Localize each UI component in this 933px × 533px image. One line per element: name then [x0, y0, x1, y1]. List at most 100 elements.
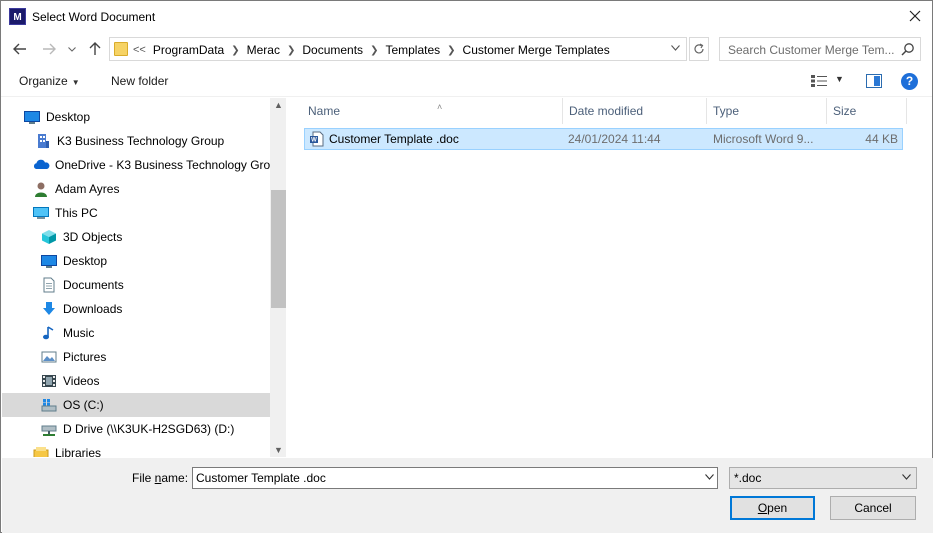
chevron-right-icon[interactable]: ❯: [370, 45, 378, 56]
column-header-type[interactable]: Type: [706, 98, 827, 124]
svg-text:W: W: [311, 138, 317, 144]
file-size-cell: 44 KB: [865, 132, 898, 146]
file-type-cell: Microsoft Word 9...: [713, 132, 814, 146]
column-header-date-modified[interactable]: Date modified: [562, 98, 707, 124]
search-input[interactable]: Search Customer Merge Tem...: [719, 37, 921, 61]
nav-item-desktop[interactable]: Desktop: [41, 249, 286, 273]
scroll-down-arrow-icon[interactable]: ▼: [270, 445, 286, 455]
organize-menu-button[interactable]: Organize ▼: [19, 74, 80, 88]
file-date-cell: 24/01/2024 11:44: [568, 132, 661, 146]
nav-item-this-pc[interactable]: This PC: [33, 201, 286, 225]
nav-item-label: Adam Ayres: [55, 182, 120, 196]
column-header-label: Name: [308, 104, 341, 118]
file-name-field[interactable]: Customer Template .doc: [192, 467, 718, 489]
breadcrumb-item-customer-merge-templates[interactable]: Customer Merge Templates: [463, 43, 610, 57]
file-row[interactable]: W Customer Template .doc 24/01/2024 11:4…: [304, 128, 903, 150]
title-bar: M Select Word Document: [1, 1, 932, 32]
view-dropdown-button[interactable]: ▼: [835, 74, 844, 84]
nav-item-documents[interactable]: Documents: [41, 273, 286, 297]
window-title: Select Word Document: [32, 10, 156, 24]
open-button[interactable]: Open: [730, 496, 815, 520]
open-label-accesskey: O: [757, 501, 768, 515]
close-button[interactable]: [902, 4, 928, 28]
breadcrumb: << ProgramData ❯ Merac ❯ Documents ❯ Tem…: [133, 42, 610, 58]
picture-icon: [41, 349, 57, 365]
nav-item-libraries[interactable]: Libraries: [33, 441, 286, 457]
back-button[interactable]: [10, 38, 30, 60]
refresh-button[interactable]: [689, 37, 709, 61]
nav-item-onedrive[interactable]: OneDrive - K3 Business Technology Grou: [33, 153, 286, 177]
footer-panel: File name: Customer Template .doc *.doc …: [2, 458, 933, 533]
nav-item-k3-business-technology-group[interactable]: K3 Business Technology Group: [35, 129, 286, 153]
breadcrumb-item-documents[interactable]: Documents: [302, 43, 363, 57]
scrollbar-thumb[interactable]: [271, 190, 286, 308]
navigation-pane: Desktop K3 Business Technology Group One…: [2, 98, 286, 457]
word-document-icon: W: [310, 131, 324, 147]
breadcrumb-item-programdata[interactable]: ProgramData: [153, 43, 224, 57]
computer-icon: [33, 205, 49, 221]
nav-item-d-drive[interactable]: D Drive (\\K3UK-H2SGD63) (D:): [41, 417, 286, 441]
cube-icon: [41, 229, 57, 245]
cancel-button[interactable]: Cancel: [830, 496, 916, 520]
document-icon: [41, 277, 57, 293]
folder-icon: [114, 42, 128, 56]
close-icon: [909, 10, 921, 22]
nav-item-label: Music: [63, 326, 95, 340]
chevron-right-icon[interactable]: ❯: [231, 45, 239, 56]
file-name-value: Customer Template .doc: [196, 471, 326, 485]
building-icon: [35, 133, 51, 149]
chevron-right-icon[interactable]: ❯: [287, 45, 295, 56]
column-header-name[interactable]: Name ˄: [301, 98, 563, 124]
nav-item-label: Libraries: [55, 446, 102, 457]
breadcrumb-item-templates[interactable]: Templates: [385, 43, 440, 57]
library-icon: [33, 445, 49, 457]
user-icon: [33, 181, 49, 197]
file-name-label: File name:: [132, 471, 188, 485]
refresh-icon: [694, 43, 704, 54]
desktop-icon: [24, 109, 40, 125]
nav-item-videos[interactable]: Videos: [41, 369, 286, 393]
search-icon[interactable]: [901, 42, 915, 56]
help-icon[interactable]: ?: [901, 73, 918, 90]
nav-item-downloads[interactable]: Downloads: [41, 297, 286, 321]
arrow-right-icon: [43, 43, 56, 55]
recent-locations-button[interactable]: [65, 38, 79, 60]
column-header-size[interactable]: Size: [826, 98, 907, 124]
nav-item-desktop-quick[interactable]: Desktop: [24, 105, 286, 129]
breadcrumb-item-merac[interactable]: Merac: [247, 43, 280, 57]
chevron-down-icon[interactable]: [705, 472, 714, 482]
nav-item-pictures[interactable]: Pictures: [41, 345, 286, 369]
forward-button[interactable]: [39, 38, 59, 60]
breadcrumb-overflow[interactable]: <<: [133, 44, 146, 56]
nav-item-music[interactable]: Music: [41, 321, 286, 345]
video-icon: [41, 373, 57, 389]
caret-down-icon: ▼: [71, 78, 80, 87]
app-logo-icon: M: [9, 8, 26, 25]
scroll-up-arrow-icon[interactable]: ▲: [270, 100, 286, 110]
nav-scrollbar[interactable]: ▲ ▼: [270, 98, 286, 457]
file-name-label-part: ame:: [161, 471, 189, 485]
nav-item-label: Videos: [63, 374, 100, 388]
file-type-filter-select[interactable]: *.doc: [729, 467, 917, 489]
cloud-icon: [33, 157, 50, 173]
nav-item-label: Desktop: [63, 254, 108, 268]
nav-item-os-c[interactable]: OS (C:): [2, 393, 270, 417]
nav-item-label: OS (C:): [63, 398, 104, 412]
address-dropdown-button[interactable]: [668, 40, 682, 58]
chevron-right-icon[interactable]: ❯: [447, 45, 455, 56]
arrow-up-icon: [89, 42, 101, 55]
nav-item-adam-ayres[interactable]: Adam Ayres: [33, 177, 286, 201]
new-folder-button[interactable]: New folder: [111, 74, 168, 88]
music-icon: [41, 325, 57, 341]
file-name-cell: Customer Template .doc: [329, 132, 459, 146]
up-button[interactable]: [85, 38, 105, 60]
preview-pane-icon[interactable]: [866, 74, 882, 88]
view-options-icon[interactable]: [811, 75, 827, 87]
search-placeholder: Search Customer Merge Tem...: [728, 43, 895, 57]
address-bar[interactable]: << ProgramData ❯ Merac ❯ Documents ❯ Tem…: [109, 37, 687, 61]
organize-label: Organize: [19, 74, 68, 88]
nav-item-label: 3D Objects: [63, 230, 123, 244]
nav-item-label: This PC: [55, 206, 98, 220]
drive-icon: [41, 397, 57, 413]
nav-item-3d-objects[interactable]: 3D Objects: [41, 225, 286, 249]
